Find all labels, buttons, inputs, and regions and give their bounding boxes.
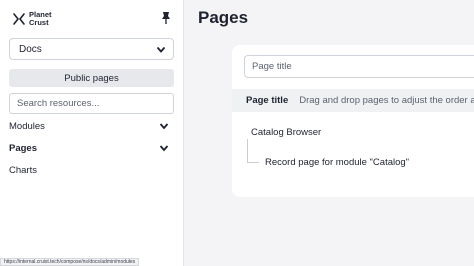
nav-item-label: Modules — [9, 120, 45, 132]
chevron-down-icon[interactable] — [159, 144, 169, 152]
nav-item-label: Charts — [9, 164, 37, 176]
drag-drop-hint: Drag and drop pages to adjust the order … — [299, 95, 474, 106]
nav-item-label: Pages — [9, 142, 37, 154]
namespace-select-value: Docs — [19, 43, 42, 55]
brand-name-line2: Crust — [29, 18, 49, 27]
public-pages-button[interactable]: Public pages — [9, 69, 174, 87]
brand-logo[interactable]: Planet Crust — [12, 11, 69, 27]
planet-crust-logo-icon — [13, 13, 25, 25]
tree-connector — [247, 139, 259, 163]
app-window: Planet Crust Docs Public pages Modules P… — [0, 0, 474, 266]
brand-name: Planet Crust — [29, 11, 69, 27]
table-header: Page title Drag and drop pages to adjust… — [232, 89, 474, 112]
chevron-down-icon — [156, 46, 166, 53]
nav-item-charts[interactable]: Charts — [0, 162, 184, 178]
sidebar: Planet Crust Docs Public pages Modules P… — [0, 0, 184, 266]
chevron-down-icon[interactable] — [159, 122, 169, 130]
namespace-select[interactable]: Docs — [9, 38, 174, 60]
page-row-catalog-browser[interactable]: Catalog Browser — [251, 127, 321, 138]
status-bar-url: https://internal.cruist.tech/compose/ns/… — [0, 258, 140, 266]
pin-icon[interactable] — [160, 11, 172, 25]
nav-item-pages[interactable]: Pages — [0, 140, 184, 156]
nav-item-modules[interactable]: Modules — [0, 118, 184, 134]
page-row-record-page[interactable]: Record page for module "Catalog" — [265, 157, 409, 168]
column-header-page-title: Page title — [246, 95, 289, 106]
page-title-input[interactable] — [244, 55, 474, 78]
search-resources-input[interactable] — [9, 93, 174, 114]
page-title: Pages — [198, 8, 249, 27]
